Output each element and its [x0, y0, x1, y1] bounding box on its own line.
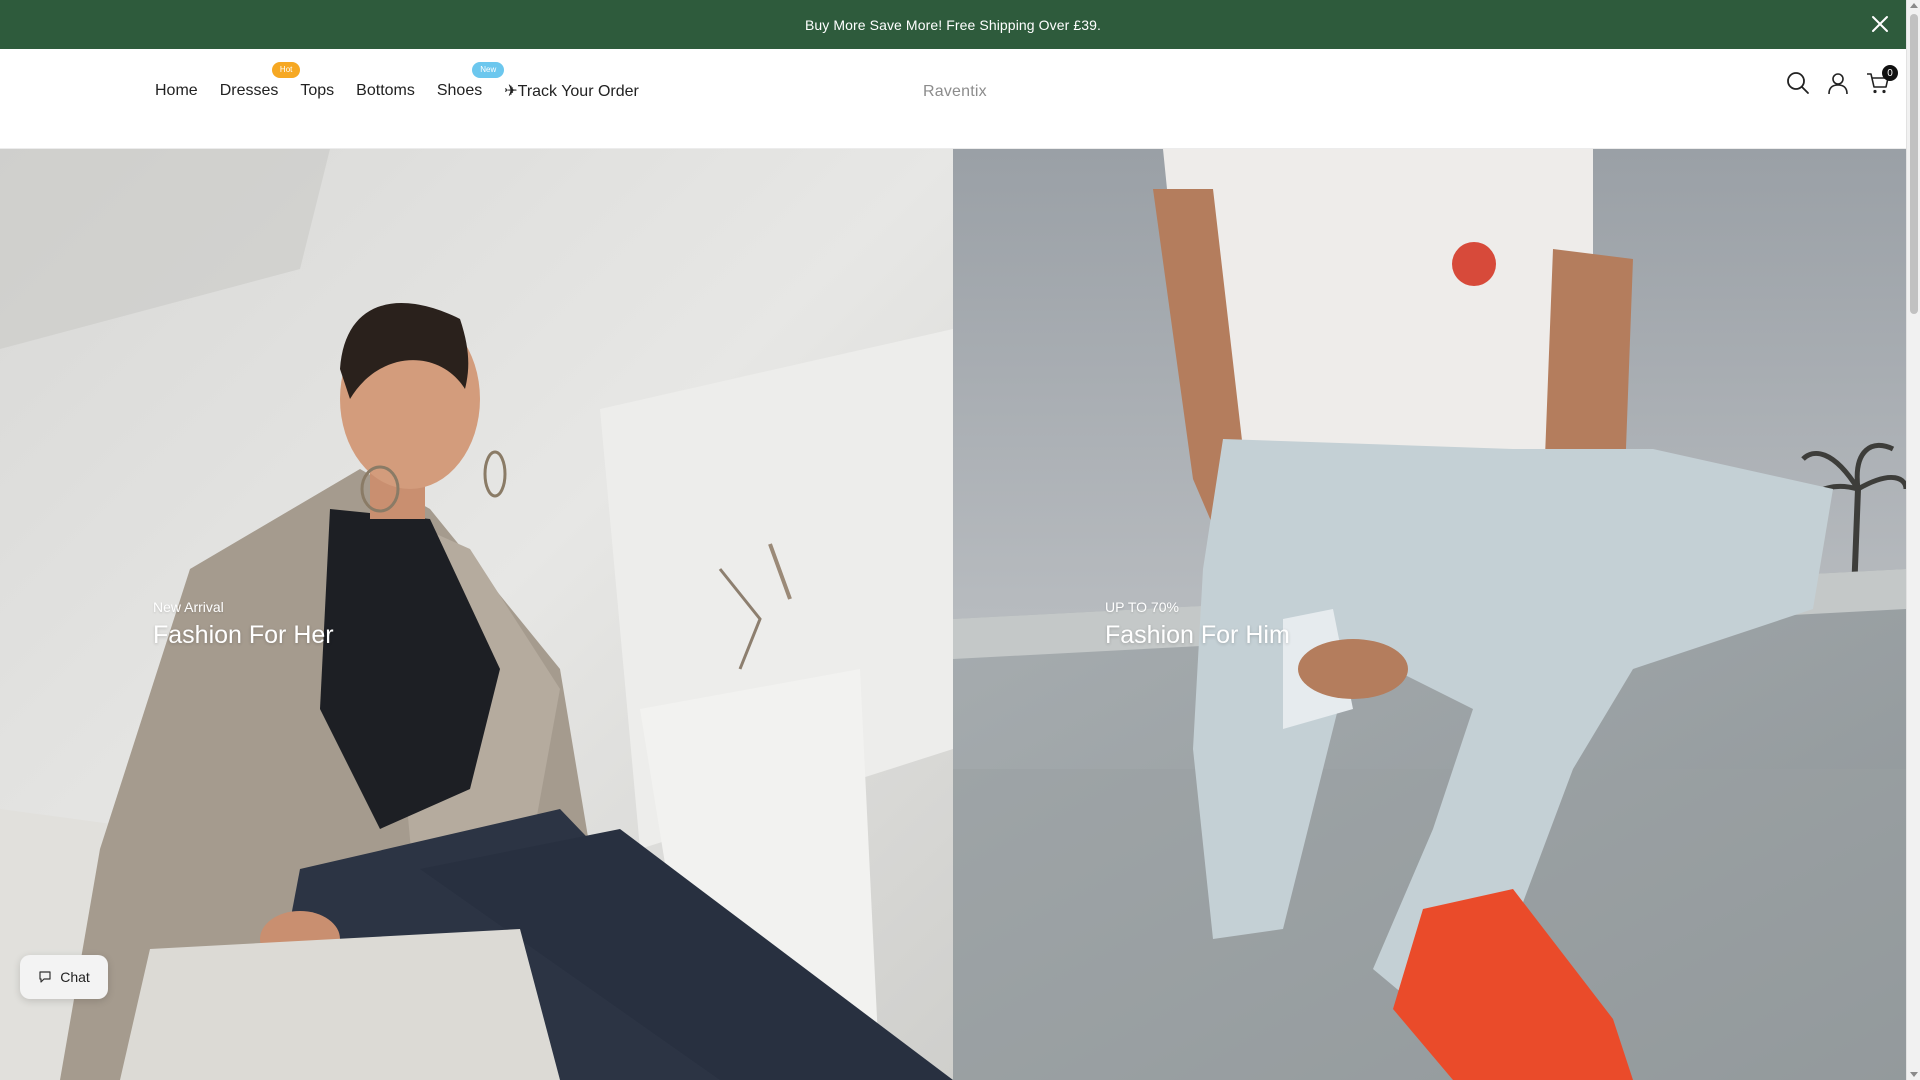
hero-image-man — [953, 149, 1906, 1080]
nav-item-label: Tops — [300, 82, 335, 99]
new-badge: New — [472, 62, 505, 78]
nav-item-label: Dresses — [219, 82, 279, 99]
page: Buy More Save More! Free Shipping Over £… — [0, 0, 1920, 1080]
nav-item-tops[interactable]: Tops — [300, 82, 334, 100]
scroll-thumb[interactable] — [1910, 14, 1918, 314]
hero-title[interactable]: Fashion For Her — [153, 621, 334, 650]
scrollbar[interactable] — [1906, 0, 1920, 1080]
nav-item-label: Home — [155, 82, 198, 99]
hero-text-her: New Arrival Fashion For Her — [153, 599, 334, 650]
hero-subtitle: UP TO 70% — [1105, 599, 1179, 615]
hero-image-woman — [0, 149, 953, 1080]
announcement-bar: Buy More Save More! Free Shipping Over £… — [0, 0, 1906, 49]
hero-panel-him[interactable]: UP TO 70% Fashion For Him — [953, 149, 1906, 1080]
nav-item-bottoms[interactable]: Bottoms — [356, 82, 415, 100]
nav-item-label: ✈Track Your Order — [504, 83, 639, 100]
site-header: Home Dresses Hot Tops Bottoms Shoes New … — [0, 49, 1906, 149]
cart-count-badge: 0 — [1882, 65, 1898, 81]
chat-label: Chat — [60, 969, 90, 985]
nav-item-dresses[interactable]: Dresses Hot — [219, 62, 301, 100]
hero-title[interactable]: Fashion For Him — [1105, 621, 1290, 650]
announcement-text: Buy More Save More! Free Shipping Over £… — [804, 16, 1102, 33]
scroll-down-icon[interactable] — [1910, 1072, 1918, 1077]
hero-subtitle: New Arrival — [153, 599, 224, 615]
main-nav: Home Dresses Hot Tops Bottoms Shoes New … — [155, 62, 661, 108]
hero-banner: New Arrival Fashion For Her UP TO 70% Fa… — [0, 149, 1906, 1080]
close-icon[interactable] — [1868, 12, 1892, 36]
search-icon[interactable] — [1784, 69, 1812, 97]
chat-button[interactable]: Chat — [20, 955, 108, 999]
hero-text-him: UP TO 70% Fashion For Him — [1105, 599, 1290, 650]
scroll-up-icon[interactable] — [1910, 3, 1918, 8]
nav-item-label: Shoes — [436, 82, 483, 99]
header-actions: 0 — [1772, 65, 1898, 97]
hot-badge: Hot — [271, 62, 301, 78]
account-icon[interactable] — [1824, 69, 1852, 97]
brand-logo[interactable]: Raventix — [923, 83, 987, 101]
nav-item-shoes[interactable]: Shoes New — [436, 62, 505, 100]
nav-item-label: Bottoms — [356, 82, 415, 99]
nav-item-home[interactable]: Home — [155, 82, 198, 100]
cart-button[interactable]: 0 — [1864, 65, 1898, 97]
hero-panel-her[interactable]: New Arrival Fashion For Her — [0, 149, 953, 1080]
nav-item-track-order[interactable]: ✈Track Your Order — [504, 81, 639, 101]
chat-bubble-icon — [39, 971, 51, 983]
